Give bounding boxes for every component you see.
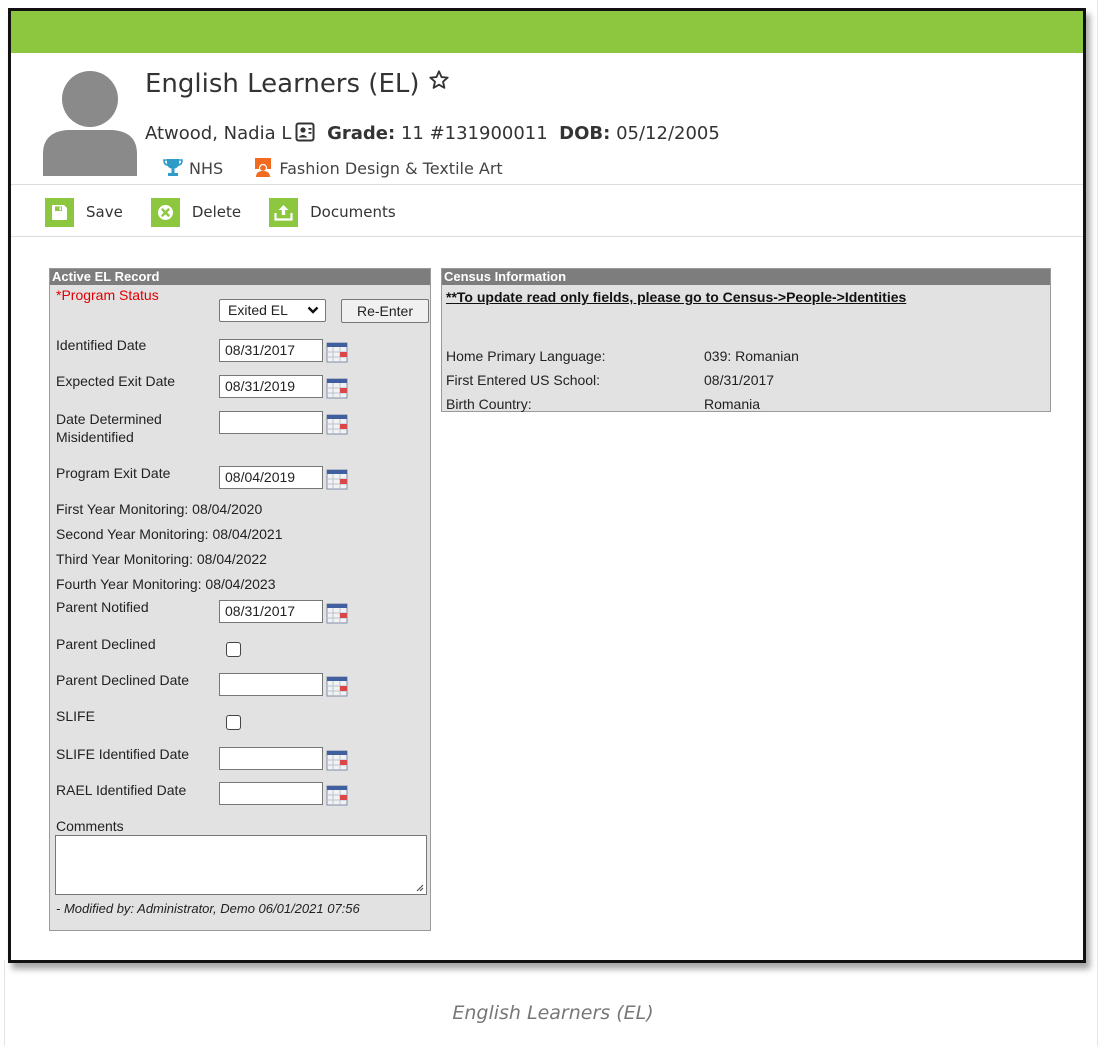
misidentified-label-line2: Misidentified bbox=[56, 429, 134, 445]
teacher-icon bbox=[255, 158, 272, 177]
identified-date-field[interactable]: 08/31/2017 bbox=[219, 339, 323, 362]
student-info: Atwood, Nadia L Grade: 11 #131900011 DOB… bbox=[145, 122, 720, 144]
dob-label: DOB: bbox=[559, 123, 611, 144]
delete-label: Delete bbox=[191, 203, 242, 221]
slife-identified-date-field[interactable] bbox=[219, 747, 323, 770]
re-enter-button[interactable]: Re-Enter bbox=[341, 299, 429, 323]
upload-icon bbox=[269, 197, 299, 227]
parent-declined-date-field[interactable] bbox=[219, 673, 323, 696]
calendar-icon[interactable] bbox=[326, 750, 348, 771]
rael-identified-label: RAEL Identified Date bbox=[56, 782, 187, 798]
delete-button[interactable]: Delete bbox=[150, 197, 242, 227]
active-el-record-panel: Active EL Record *Program Status Exited … bbox=[49, 268, 431, 931]
parent-declined-checkbox[interactable] bbox=[226, 642, 241, 657]
badge-nhs: NHS bbox=[189, 159, 224, 178]
parent-declined-label: Parent Declined bbox=[56, 636, 156, 652]
census-value-first-us-school: 08/31/2017 bbox=[704, 372, 775, 388]
slife-checkbox[interactable] bbox=[226, 715, 241, 730]
dob-value: 05/12/2005 bbox=[616, 123, 720, 144]
parent-declined-date-label: Parent Declined Date bbox=[56, 672, 190, 688]
action-toolbar: Save Delete Documents bbox=[45, 194, 424, 230]
misidentified-date-field[interactable] bbox=[219, 411, 323, 434]
parent-notified-field[interactable]: 08/31/2017 bbox=[219, 600, 323, 623]
census-label-first-us-school: First Entered US School: bbox=[446, 372, 601, 388]
identified-date-label: Identified Date bbox=[56, 337, 147, 353]
save-icon bbox=[45, 197, 74, 227]
first-year-monitoring: First Year Monitoring: 08/04/2020 bbox=[56, 501, 263, 517]
right-rule bbox=[1097, 0, 1098, 1046]
expected-exit-field[interactable]: 08/31/2019 bbox=[219, 375, 323, 398]
documents-label: Documents bbox=[310, 203, 396, 221]
census-information-panel: Census Information **To update read only… bbox=[441, 268, 1051, 412]
census-panel-header: Census Information bbox=[442, 269, 1050, 285]
second-year-monitoring: Second Year Monitoring: 08/04/2021 bbox=[56, 526, 283, 542]
parent-notified-label: Parent Notified bbox=[56, 599, 149, 615]
census-identities-link[interactable]: **To update read only fields, please go … bbox=[446, 289, 906, 305]
figure-caption: English Learners (EL) bbox=[452, 1002, 654, 1024]
chevron-down-icon bbox=[307, 306, 319, 314]
page-title-text: English Learners (EL) bbox=[145, 69, 420, 99]
screenshot-frame: English Learners (EL) Atwood, Nadia L Gr… bbox=[8, 8, 1086, 963]
comments-textarea[interactable] bbox=[55, 835, 427, 895]
modified-by-text: - Modified by: Administrator, Demo 06/01… bbox=[56, 901, 360, 916]
grade-value: 11 #131900011 bbox=[400, 123, 548, 144]
slife-identified-label: SLIFE Identified Date bbox=[56, 746, 190, 762]
student-avatar bbox=[43, 71, 137, 176]
documents-button[interactable]: Documents bbox=[269, 197, 396, 227]
top-accent-bar bbox=[11, 11, 1083, 53]
el-panel-header: Active EL Record bbox=[50, 269, 430, 285]
program-exit-field[interactable]: 08/04/2019 bbox=[219, 466, 323, 489]
contact-card-icon[interactable] bbox=[295, 122, 315, 142]
badge-course: Fashion Design & Textile Art bbox=[279, 159, 503, 178]
calendar-icon[interactable] bbox=[326, 414, 348, 435]
program-status-value: Exited EL bbox=[228, 302, 288, 318]
calendar-icon[interactable] bbox=[326, 342, 348, 363]
census-value-birth-country: Romania bbox=[704, 396, 761, 412]
calendar-icon[interactable] bbox=[326, 785, 348, 806]
student-name: Atwood, Nadia L bbox=[145, 123, 292, 144]
rael-identified-date-field[interactable] bbox=[219, 782, 323, 805]
calendar-icon[interactable] bbox=[326, 676, 348, 697]
grade-label: Grade: bbox=[327, 123, 396, 144]
expected-exit-label: Expected Exit Date bbox=[56, 373, 176, 389]
header-divider bbox=[11, 184, 1083, 185]
calendar-icon[interactable] bbox=[326, 378, 348, 399]
census-value-home-language: 039: Romanian bbox=[704, 348, 799, 364]
trophy-icon bbox=[163, 159, 183, 176]
third-year-monitoring: Third Year Monitoring: 08/04/2022 bbox=[56, 551, 267, 567]
program-status-label: *Program Status bbox=[56, 287, 159, 303]
resize-grip-icon[interactable] bbox=[414, 882, 424, 892]
comments-label: Comments bbox=[56, 818, 124, 834]
star-icon[interactable] bbox=[428, 69, 450, 91]
slife-label: SLIFE bbox=[56, 708, 95, 724]
student-badges: NHS Fashion Design & Textile Art bbox=[163, 157, 503, 178]
program-status-select[interactable]: Exited EL bbox=[219, 299, 326, 322]
delete-icon bbox=[150, 197, 180, 227]
save-button[interactable]: Save bbox=[45, 197, 123, 227]
program-exit-label: Program Exit Date bbox=[56, 465, 171, 481]
calendar-icon[interactable] bbox=[326, 469, 348, 490]
toolbar-divider bbox=[11, 236, 1083, 237]
page-title: English Learners (EL) bbox=[145, 69, 450, 99]
save-label: Save bbox=[86, 203, 123, 221]
census-label-birth-country: Birth Country: bbox=[446, 396, 532, 412]
census-label-home-language: Home Primary Language: bbox=[446, 348, 606, 364]
misidentified-label-line1: Date Determined bbox=[56, 411, 162, 427]
calendar-icon[interactable] bbox=[326, 603, 348, 624]
fourth-year-monitoring: Fourth Year Monitoring: 08/04/2023 bbox=[56, 576, 276, 592]
